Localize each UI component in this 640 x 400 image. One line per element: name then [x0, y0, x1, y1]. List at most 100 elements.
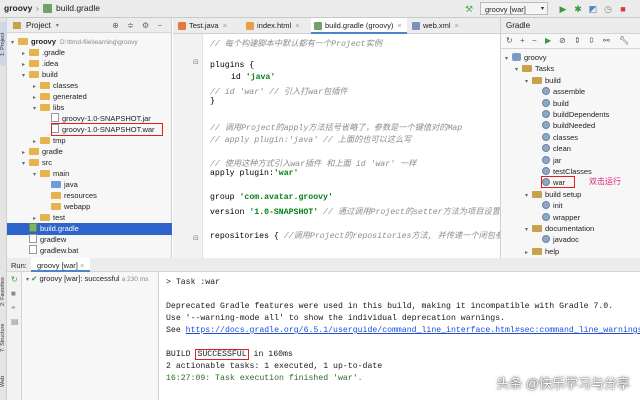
add-icon[interactable]: +	[520, 36, 525, 45]
expand-all-icon[interactable]: ⇕	[574, 36, 581, 45]
task-label: help	[545, 246, 560, 256]
chevron-down-icon[interactable]: ▾	[56, 22, 59, 29]
gradle-task-item[interactable]: init	[501, 200, 640, 211]
tab-test-java[interactable]: Test.java ×	[175, 18, 241, 34]
console-line: BUILD SUCCESSFUL in 160ms	[166, 349, 293, 360]
folder-icon	[532, 247, 542, 255]
debug-icon[interactable]: ✱	[571, 2, 585, 16]
run-panel-header: Run: groovy [war] ×	[7, 258, 640, 272]
run-panel-label: Run:	[11, 261, 27, 270]
refresh-icon[interactable]: ↻	[506, 36, 513, 45]
fold-icon[interactable]: ⊟	[193, 58, 199, 66]
gradle-task-item[interactable]: assemble	[501, 86, 640, 97]
task-label: documentation	[545, 224, 595, 233]
favorites-tool-tab[interactable]: 2: Favorites	[0, 272, 7, 312]
console-line: Use '--warning-mode all' to show the ind…	[166, 314, 506, 323]
minus-icon[interactable]: −	[532, 36, 537, 45]
code-editor[interactable]: // 每个构建脚本中默认都有一个Project实例 plugins { id '…	[203, 34, 500, 258]
gradle-task-item[interactable]: buildNeeded	[501, 120, 640, 131]
toggle-offline-icon[interactable]: ⊘	[559, 36, 566, 45]
gradle-panel: Gradle ↻ + − ▶ ⊘ ⇕ ⇳ ⚯ 🔧︎ ▾ groovy ▾ Tasks ▾…	[500, 18, 640, 258]
task-label: testClasses	[553, 167, 592, 176]
chevron-down-icon[interactable]: ▾	[26, 277, 29, 283]
gradle-task-item[interactable]: build	[501, 98, 640, 109]
close-icon[interactable]: ×	[80, 261, 84, 270]
panel-toolbar-icons[interactable]: ⊕ ≑ ⚙ −	[112, 21, 165, 30]
close-icon[interactable]: ×	[455, 21, 459, 30]
task-label: classes	[553, 132, 579, 142]
profile-icon[interactable]: ◷	[601, 2, 615, 16]
code-line: version '1.0-SNAPSHOT' // 通过调用Project的se…	[210, 208, 500, 217]
folder-icon	[40, 137, 50, 144]
gradle-task-item[interactable]: ▾ documentation	[501, 223, 640, 234]
task-label: buildNeeded	[553, 121, 596, 131]
stop-icon[interactable]: ■	[11, 289, 16, 298]
breadcrumb-project[interactable]: groovy	[4, 3, 32, 13]
run-result-row[interactable]: ▾ ✔ groovy [war]: successful a 230 ms	[26, 274, 148, 283]
gradle-task-item[interactable]: clean	[501, 143, 640, 154]
run-config-select[interactable]: groovy [war] ▾	[480, 2, 548, 15]
gradle-panel-title: Gradle	[501, 18, 640, 34]
docs-link[interactable]: https://docs.gradle.org/6.5.1/userguide/…	[186, 326, 640, 335]
gradle-task-item[interactable]: wrapper	[501, 212, 640, 223]
code-line: apply plugin:'war'	[210, 169, 299, 178]
task-label: assemble	[553, 87, 586, 97]
gradle-task-item[interactable]: jar	[501, 155, 640, 166]
run-icon[interactable]: ▶	[556, 2, 570, 16]
tree-item-label: webapp	[64, 202, 91, 211]
code-line: plugins {	[210, 61, 255, 70]
breadcrumb-file[interactable]: build.gradle	[56, 3, 100, 13]
close-icon[interactable]: ×	[223, 21, 227, 30]
source-folder-icon	[51, 181, 61, 188]
hammer-icon[interactable]: ⚒	[462, 2, 476, 16]
web-tool-tab[interactable]: Web	[0, 370, 7, 392]
editor-gutter[interactable]: ⊟ ⊟	[173, 34, 203, 258]
gradle-task-item[interactable]: ▾ build	[501, 75, 640, 86]
task-label: groovy	[524, 53, 547, 62]
rerun-icon[interactable]: ↻	[11, 275, 18, 284]
close-icon[interactable]: ×	[295, 21, 299, 30]
gradle-task-item[interactable]: ▸ help	[501, 246, 640, 257]
gradle-task-item[interactable]: ▾ build setup	[501, 189, 640, 200]
project-panel-title[interactable]: Project	[26, 21, 51, 30]
collapse-all-icon[interactable]: ⇳	[588, 36, 595, 45]
folder-icon	[532, 225, 542, 232]
link-icon[interactable]: ⚯	[603, 36, 610, 45]
project-panel-header: Project ▾ ⊕ ≑ ⚙ −	[7, 18, 171, 33]
tab-label: build.gradle (groovy)	[325, 21, 394, 30]
run-icon[interactable]: ▶	[545, 36, 551, 45]
tree-item-label: gradlew.bat	[40, 246, 79, 255]
run-tab[interactable]: groovy [war] ×	[31, 258, 91, 272]
tree-item-label: tmp	[53, 136, 66, 145]
project-panel: Project ▾ ⊕ ≑ ⚙ − ▾ groovy D:\ttmd-file\le…	[7, 18, 172, 258]
structure-tool-tab[interactable]: 7: Structure	[0, 318, 7, 358]
layout-icon[interactable]: ▤	[11, 317, 19, 326]
project-tool-tab[interactable]: 1: Project	[0, 22, 7, 66]
gradle-task-item[interactable]: ▾ Tasks	[501, 63, 640, 74]
coverage-icon[interactable]: ◩	[586, 2, 600, 16]
gear-icon	[542, 212, 550, 221]
folder-icon	[40, 214, 50, 221]
pin-icon[interactable]: ⌖	[11, 303, 16, 313]
gear-icon	[542, 155, 550, 164]
wrench-icon[interactable]: 🔧︎	[619, 36, 629, 45]
console-line: > Task :war	[166, 278, 221, 287]
close-icon[interactable]: ×	[397, 21, 401, 30]
gradle-task-item[interactable]: buildDependents	[501, 109, 640, 120]
gradle-task-item[interactable]: classes	[501, 132, 640, 143]
tab-build-gradle[interactable]: build.gradle (groovy) ×	[311, 18, 407, 34]
stop-icon[interactable]: ■	[616, 2, 630, 16]
fold-icon[interactable]: ⊟	[193, 234, 199, 242]
annotation-double-click-run: 双击运行	[589, 177, 621, 186]
tab-index-html[interactable]: index.html ×	[243, 18, 309, 34]
tab-web-xml[interactable]: web.xml ×	[409, 18, 471, 34]
folder-icon	[40, 82, 50, 89]
project-tree-item[interactable]: gradlew.bat	[7, 245, 172, 257]
run-tab-label: groovy [war]	[37, 261, 78, 270]
console-line: 2 actionable tasks: 1 executed, 1 up-to-…	[166, 362, 383, 371]
tree-item-label: groovy	[31, 37, 57, 46]
tab-label: index.html	[257, 21, 292, 30]
gradle-task-item[interactable]: ▾ groovy	[501, 52, 640, 63]
folder-icon	[40, 93, 50, 100]
gradle-task-item[interactable]: javadoc	[501, 234, 640, 245]
